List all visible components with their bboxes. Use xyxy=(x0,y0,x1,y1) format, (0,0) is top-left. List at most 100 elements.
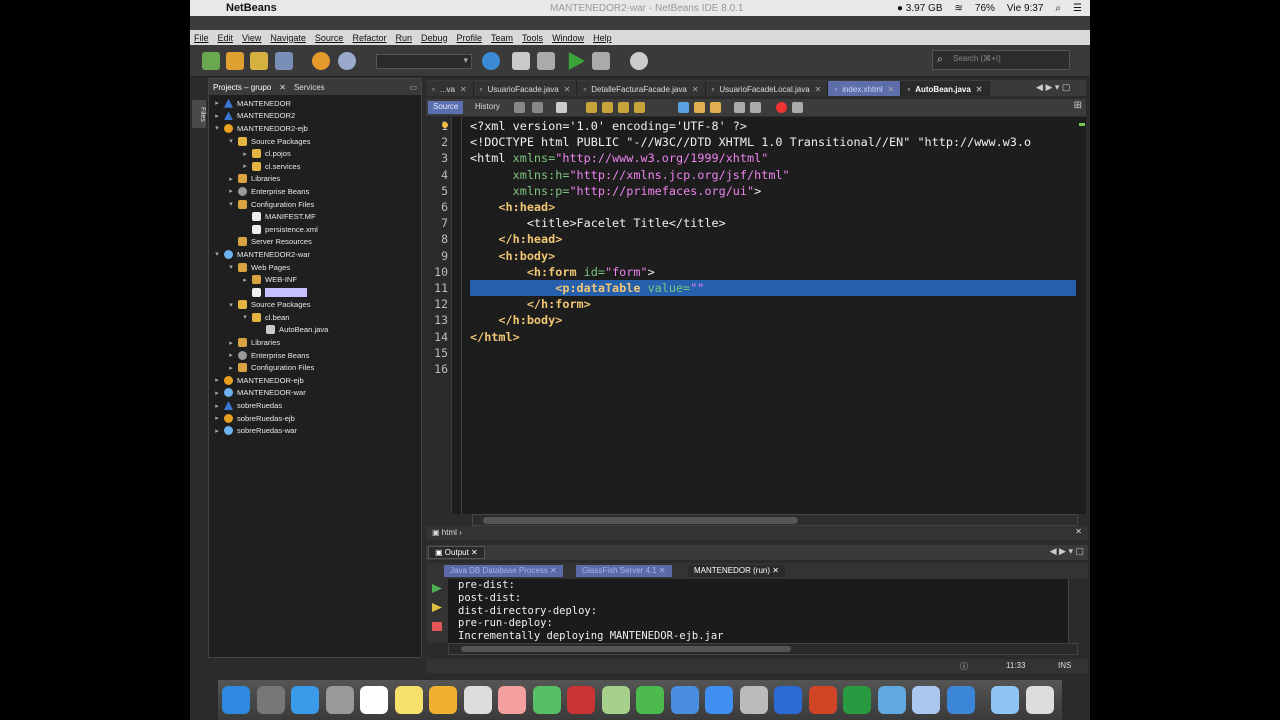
menu-list-icon[interactable]: ☰ xyxy=(1073,3,1082,14)
stop-icon[interactable] xyxy=(432,622,442,631)
calendar-icon[interactable] xyxy=(360,686,388,714)
horizontal-scrollbar[interactable] xyxy=(472,514,1078,526)
expand-toggle-icon[interactable]: ▾ xyxy=(213,124,221,132)
new-file-icon[interactable] xyxy=(202,52,220,70)
profile-icon[interactable] xyxy=(630,52,648,70)
notification-icon[interactable]: ⓘ xyxy=(960,661,968,672)
tree-node[interactable]: ▸ sobreRuedas-war xyxy=(209,424,421,437)
hint-bulb-icon[interactable] xyxy=(442,122,448,128)
menu-profile[interactable]: Profile xyxy=(457,33,483,43)
close-tab-icon[interactable]: ✕ xyxy=(564,85,571,94)
close-icon[interactable]: ✕ xyxy=(279,83,286,92)
menu-help[interactable]: Help xyxy=(593,33,612,43)
powerpoint-icon[interactable] xyxy=(808,686,837,714)
finder-icon[interactable] xyxy=(222,686,250,714)
stop-macro-icon[interactable] xyxy=(792,102,803,113)
tree-node[interactable]: ▾ Source Packages xyxy=(209,135,421,148)
history-button[interactable]: History xyxy=(470,101,505,114)
expand-toggle-icon[interactable]: ▾ xyxy=(227,301,235,309)
tree-node[interactable]: index.xhtml xyxy=(209,286,421,299)
tab-services[interactable]: Services xyxy=(294,83,325,92)
close-tab-icon[interactable]: ✕ xyxy=(888,85,895,94)
toggle-highlight-icon[interactable] xyxy=(634,102,645,113)
quicktime-icon[interactable] xyxy=(946,686,975,714)
config-select[interactable] xyxy=(376,54,472,69)
tree-node[interactable]: ▾ Configuration Files xyxy=(209,198,421,211)
forward-icon[interactable] xyxy=(532,102,543,113)
expand-toggle-icon[interactable]: ▸ xyxy=(213,414,221,422)
tree-node[interactable]: ▸ Libraries xyxy=(209,173,421,186)
photos-icon[interactable] xyxy=(498,686,526,714)
redo-icon[interactable] xyxy=(338,52,356,70)
expand-toggle-icon[interactable]: ▾ xyxy=(213,250,221,258)
tree-node[interactable]: ▾ MANTENEDOR2-war xyxy=(209,248,421,261)
menu-source[interactable]: Source xyxy=(315,33,344,43)
find-icon[interactable] xyxy=(586,102,597,113)
source-button[interactable]: Source xyxy=(428,101,464,114)
storage-indicator[interactable]: ● 3.97 GB xyxy=(897,3,943,14)
tab-scroll-left-icon[interactable]: ◀ xyxy=(1036,82,1043,92)
folder-icon[interactable] xyxy=(991,686,1019,714)
menu-debug[interactable]: Debug xyxy=(421,33,448,43)
tree-node[interactable]: ▸ MANTENEDOR xyxy=(209,97,421,110)
expand-toggle-icon[interactable]: ▾ xyxy=(227,200,235,208)
netbeans-icon[interactable] xyxy=(912,686,940,714)
output-subtab[interactable]: MANTENEDOR (run) ✕ xyxy=(688,565,785,577)
globe-icon[interactable] xyxy=(482,52,500,70)
shift-right-icon[interactable] xyxy=(750,102,761,113)
menu-file[interactable]: File xyxy=(194,33,209,43)
tree-node[interactable]: ▸ Configuration Files xyxy=(209,361,421,374)
close-icon[interactable]: ✕ xyxy=(770,566,779,575)
messages-icon[interactable] xyxy=(532,686,561,714)
tree-node[interactable]: ▾ Web Pages xyxy=(209,261,421,274)
open-project-icon[interactable] xyxy=(250,52,268,70)
tab-list-icon[interactable]: ▾ xyxy=(1055,82,1060,92)
find-prev-icon[interactable] xyxy=(602,102,613,113)
tree-node[interactable]: ▸ cl.pojos xyxy=(209,147,421,160)
tree-node[interactable]: ▸ Enterprise Beans xyxy=(209,185,421,198)
wifi-icon[interactable]: ≋ xyxy=(955,3,963,14)
close-icon[interactable]: ✕ xyxy=(471,548,478,557)
launchpad-icon[interactable] xyxy=(256,686,285,714)
undo-icon[interactable] xyxy=(312,52,330,70)
output-scroll-left-icon[interactable]: ◀ xyxy=(1050,546,1057,556)
maximize-icon[interactable]: ▢ xyxy=(1062,82,1071,92)
tree-node[interactable]: ▾ Source Packages xyxy=(209,299,421,312)
back-icon[interactable] xyxy=(514,102,525,113)
prev-bookmark-icon[interactable] xyxy=(694,102,705,113)
spotlight-icon[interactable]: ⌕ xyxy=(1055,3,1061,14)
expand-toggle-icon[interactable]: ▾ xyxy=(227,137,235,145)
editor-tab[interactable]: ▫ ...va ✕ xyxy=(426,81,474,96)
tree-node[interactable]: ▸ WEB-INF xyxy=(209,273,421,286)
tree-node[interactable]: persistence.xml xyxy=(209,223,421,236)
output-scroll-right-icon[interactable]: ▶ xyxy=(1059,546,1066,556)
debug-icon[interactable] xyxy=(592,52,610,70)
expand-toggle-icon[interactable]: ▸ xyxy=(241,276,249,284)
tree-node[interactable]: ▸ MANTENEDOR-war xyxy=(209,387,421,400)
output-hscroll-thumb[interactable] xyxy=(461,646,791,652)
output-subtab[interactable]: Java DB Database Process ✕ xyxy=(444,565,563,577)
close-tab-icon[interactable]: ✕ xyxy=(460,85,467,94)
expand-toggle-icon[interactable]: ▸ xyxy=(213,389,221,397)
close-breadcrumb-icon[interactable]: ✕ xyxy=(1075,527,1082,536)
clock[interactable]: Vie 9:37 xyxy=(1007,3,1044,14)
tree-node[interactable]: ▸ sobreRuedas-ejb xyxy=(209,412,421,425)
expand-toggle-icon[interactable]: ▸ xyxy=(213,402,221,410)
tree-node[interactable]: ▸ sobreRuedas xyxy=(209,399,421,412)
editor-tab[interactable]: ▫ DetalleFacturaFacade.java ✕ xyxy=(577,81,706,96)
editor-tab[interactable]: ▫ AutoBean.java ✕ xyxy=(901,81,990,96)
menu-window[interactable]: Window xyxy=(552,33,584,43)
safari-icon[interactable] xyxy=(291,686,319,714)
app-store-icon[interactable] xyxy=(705,686,733,714)
adium-icon[interactable] xyxy=(429,686,457,714)
numbers-icon[interactable] xyxy=(636,686,664,714)
tree-node[interactable]: ▾ MANTENEDOR2-ejb xyxy=(209,122,421,135)
breadcrumb-item-html[interactable]: html xyxy=(442,528,457,537)
shift-left-icon[interactable] xyxy=(734,102,745,113)
next-bookmark-icon[interactable] xyxy=(710,102,721,113)
tree-node[interactable]: ▸ Libraries xyxy=(209,336,421,349)
tree-node[interactable]: AutoBean.java xyxy=(209,324,421,337)
tree-node[interactable]: Server Resources xyxy=(209,236,421,249)
trash-icon[interactable] xyxy=(1025,686,1054,714)
last-edit-icon[interactable] xyxy=(556,102,567,113)
